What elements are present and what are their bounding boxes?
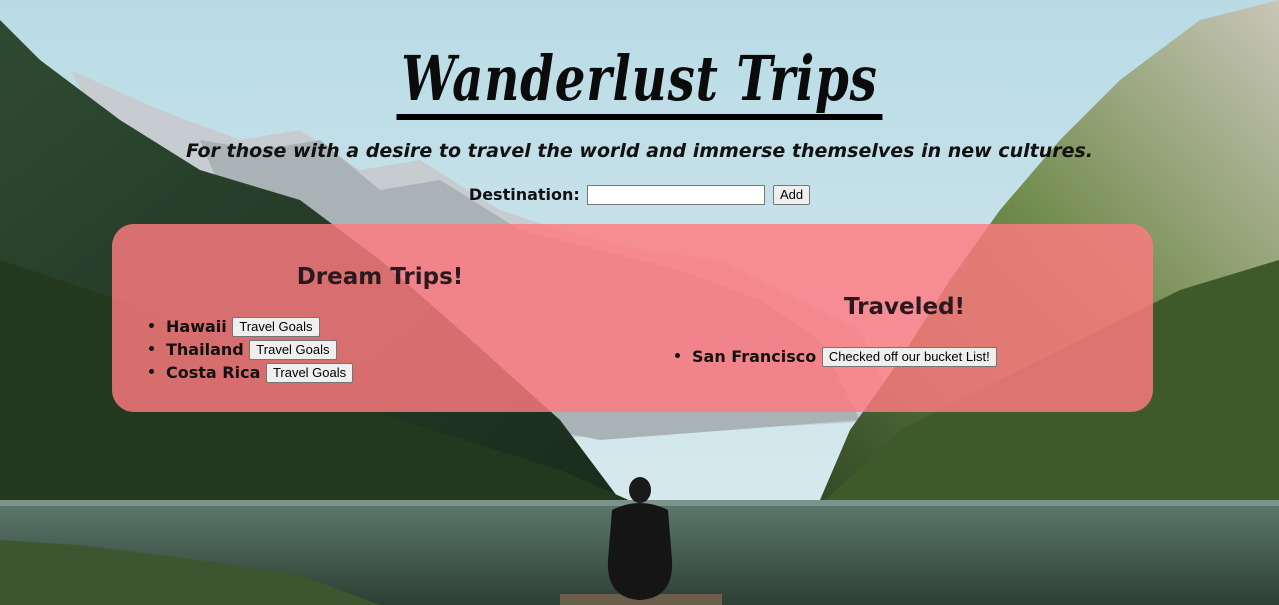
destination-input[interactable] — [587, 184, 766, 205]
page-tagline: For those with a desire to travel the wo… — [185, 140, 1094, 162]
travel-goals-button[interactable]: Travel Goals — [265, 362, 354, 383]
header: Wanderlust Trips — [0, 48, 1279, 120]
dream-trips-heading: Dream Trips! — [296, 264, 464, 290]
trip-name: Thailand — [166, 340, 244, 359]
list-item: San Francisco Checked off our bucket Lis… — [692, 344, 997, 367]
list-item: Costa Rica Travel Goals — [166, 360, 354, 383]
trip-name: San Francisco — [692, 347, 817, 366]
destination-label: Destination: — [468, 185, 580, 204]
traveled-heading: Traveled! — [843, 294, 966, 320]
add-destination-form: Destination: Add — [0, 184, 1279, 205]
add-button[interactable]: Add — [772, 184, 811, 205]
dream-trips-list: Hawaii Travel Goals Thailand Travel Goal… — [112, 314, 354, 383]
trip-name: Hawaii — [166, 317, 227, 336]
travel-goals-button[interactable]: Travel Goals — [249, 339, 337, 360]
checked-off-button[interactable]: Checked off our bucket List! — [821, 346, 997, 367]
list-item: Hawaii Travel Goals — [166, 314, 353, 337]
trips-panel: Dream Trips! Hawaii Travel Goals Thailan… — [112, 224, 1153, 412]
travel-goals-button[interactable]: Travel Goals — [232, 316, 320, 337]
list-item: Thailand Travel Goals — [166, 337, 353, 360]
traveled-list: San Francisco Checked off our bucket Lis… — [638, 344, 997, 367]
page-content: Wanderlust Trips For those with a desire… — [0, 0, 1279, 605]
page-title: Wanderlust Trips — [396, 48, 883, 120]
trip-name: Costa Rica — [166, 363, 261, 382]
